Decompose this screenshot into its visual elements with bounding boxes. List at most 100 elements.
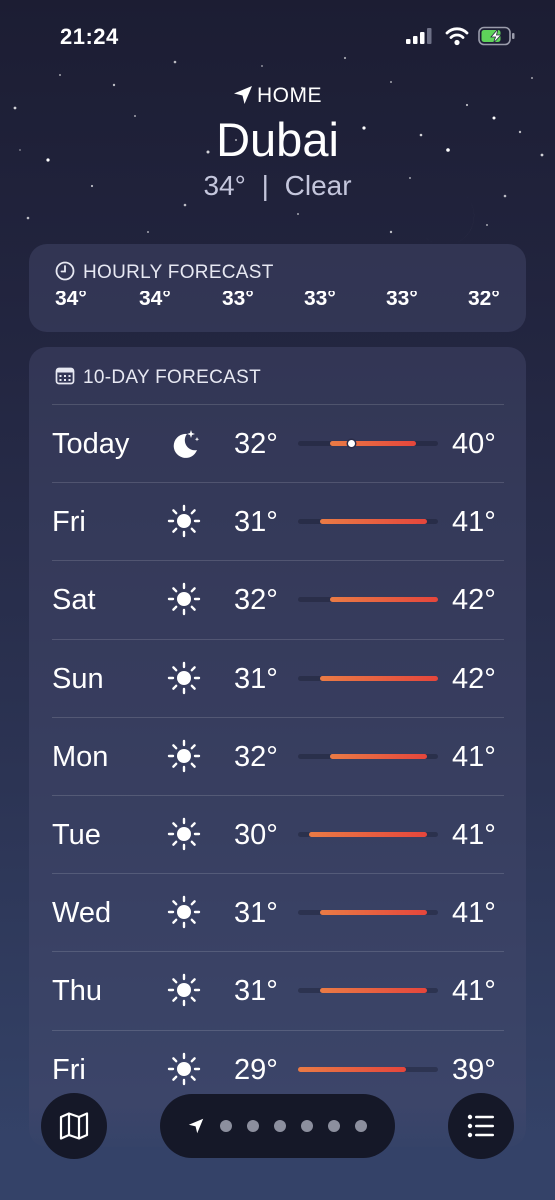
low-temperature: 29° [234, 1053, 278, 1086]
temperature-range-fill [319, 910, 428, 916]
cellular-signal-icon [406, 28, 432, 44]
forecast-row[interactable]: Tue 30° 41° [0, 795, 555, 873]
hourly-temp: 33° [386, 291, 418, 310]
separator: | [261, 170, 269, 201]
hourly-temperatures: 34° 34° 33° 33° 33° 32° [0, 291, 555, 313]
temperature-range-fill [319, 519, 428, 525]
temperature-range-fill [319, 675, 438, 681]
low-temperature: 32° [234, 584, 278, 617]
low-temperature: 31° [234, 506, 278, 539]
forecast-row[interactable]: Sun 31° 42° [0, 639, 555, 717]
high-temperature: 41° [452, 819, 496, 851]
forecast-day: Today [52, 428, 130, 460]
temperature-range-bar [298, 910, 438, 916]
sun-icon [167, 973, 201, 1012]
forecast-day: Fri [52, 506, 86, 539]
temperature-range-bar [298, 440, 438, 447]
temperature-range-bar [298, 675, 438, 681]
hourly-temp: 34° [139, 291, 171, 310]
location-arrow-icon [188, 1118, 204, 1134]
forecast-day: Tue [52, 819, 101, 851]
high-temperature: 42° [452, 662, 496, 695]
temperature-range-bar [298, 1066, 438, 1072]
hourly-temp: 33° [222, 291, 254, 310]
forecast-row[interactable]: Mon 32° 41° [0, 717, 555, 795]
page-dot[interactable] [247, 1120, 259, 1132]
forecast-day: Sun [52, 662, 104, 695]
sun-icon [167, 739, 201, 778]
temperature-range-fill [330, 597, 438, 603]
moon-icon [426, 194, 475, 242]
hourly-forecast-card[interactable]: HOURLY FORECAST [29, 244, 526, 332]
map-button[interactable] [41, 1093, 107, 1159]
high-temperature: 41° [452, 897, 496, 930]
location-arrow-icon [234, 86, 252, 104]
sun-icon [167, 582, 201, 621]
high-temperature: 41° [452, 975, 496, 1008]
city-name: Dubai [216, 113, 339, 166]
page-dot[interactable] [328, 1120, 340, 1132]
forecast-day: Fri [52, 1053, 86, 1086]
low-temperature: 30° [234, 819, 278, 851]
location-page-indicator[interactable] [160, 1094, 395, 1158]
hourly-forecast-title: HOURLY FORECAST [83, 262, 274, 283]
forecast-day: Wed [52, 897, 112, 930]
low-temperature: 31° [234, 662, 278, 695]
low-temperature: 32° [234, 428, 278, 460]
hourly-temp: 32° [468, 291, 500, 310]
temperature-range-bar [298, 597, 438, 603]
condition-text: Clear [284, 170, 352, 201]
sun-icon [167, 1052, 201, 1091]
status-time: 21:24 [60, 24, 119, 49]
temperature-range-bar [298, 753, 438, 759]
map-icon [59, 1112, 89, 1140]
temperature-range-fill [308, 832, 428, 837]
page-dot[interactable] [220, 1120, 232, 1132]
city-list-button[interactable] [448, 1093, 514, 1159]
clock-icon [55, 261, 75, 281]
wifi-icon [445, 27, 469, 46]
battery-charging-icon [478, 26, 515, 46]
temperature-range-fill [298, 1066, 406, 1072]
sun-icon [167, 661, 201, 700]
forecast-day: Mon [52, 740, 109, 773]
sun-icon [167, 817, 201, 856]
forecast-row[interactable]: Fri 31° 41° [0, 482, 555, 560]
page-dot[interactable] [274, 1120, 286, 1132]
hourly-temp: 33° [304, 291, 336, 310]
page-dot[interactable] [301, 1120, 313, 1132]
low-temperature: 32° [234, 740, 278, 773]
hourly-forecast-header: HOURLY FORECAST [55, 261, 274, 284]
temperature-range-fill [319, 988, 428, 994]
temperature-range-fill [330, 753, 428, 759]
forecast-day: Thu [52, 975, 102, 1008]
forecast-row[interactable]: Thu 31° 41° [0, 951, 555, 1029]
high-temperature: 41° [452, 506, 496, 539]
location-label: HOME [0, 84, 555, 108]
forecast-row[interactable]: Sat 32° 42° [0, 560, 555, 638]
forecast-day: Sat [52, 584, 96, 617]
list-icon [467, 1114, 494, 1138]
temperature-range-fill [330, 441, 417, 446]
temperature-range-bar [298, 519, 438, 525]
forecast-row[interactable]: Wed 31° 41° [0, 873, 555, 951]
calendar-icon [55, 367, 75, 385]
high-temperature: 39° [452, 1053, 496, 1086]
ten-day-forecast-title: 10-DAY FORECAST [83, 367, 262, 388]
forecast-row[interactable]: Today 32° 40° [0, 404, 555, 482]
hourly-temp: 34° [55, 291, 87, 310]
low-temperature: 31° [234, 975, 278, 1008]
temperature-range-bar [298, 832, 438, 837]
high-temperature: 40° [452, 428, 496, 460]
page-dot[interactable] [355, 1120, 367, 1132]
low-temperature: 31° [234, 897, 278, 930]
home-label: HOME [257, 84, 322, 107]
high-temperature: 41° [452, 740, 496, 773]
sun-icon [167, 504, 201, 543]
high-temperature: 42° [452, 584, 496, 617]
moon-stars-icon [167, 426, 203, 467]
status-bar: 21:24 [0, 0, 555, 70]
current-temperature: 34° [203, 170, 246, 201]
ten-day-forecast-header: 10-DAY FORECAST [55, 366, 261, 389]
temperature-range-bar [298, 988, 438, 994]
